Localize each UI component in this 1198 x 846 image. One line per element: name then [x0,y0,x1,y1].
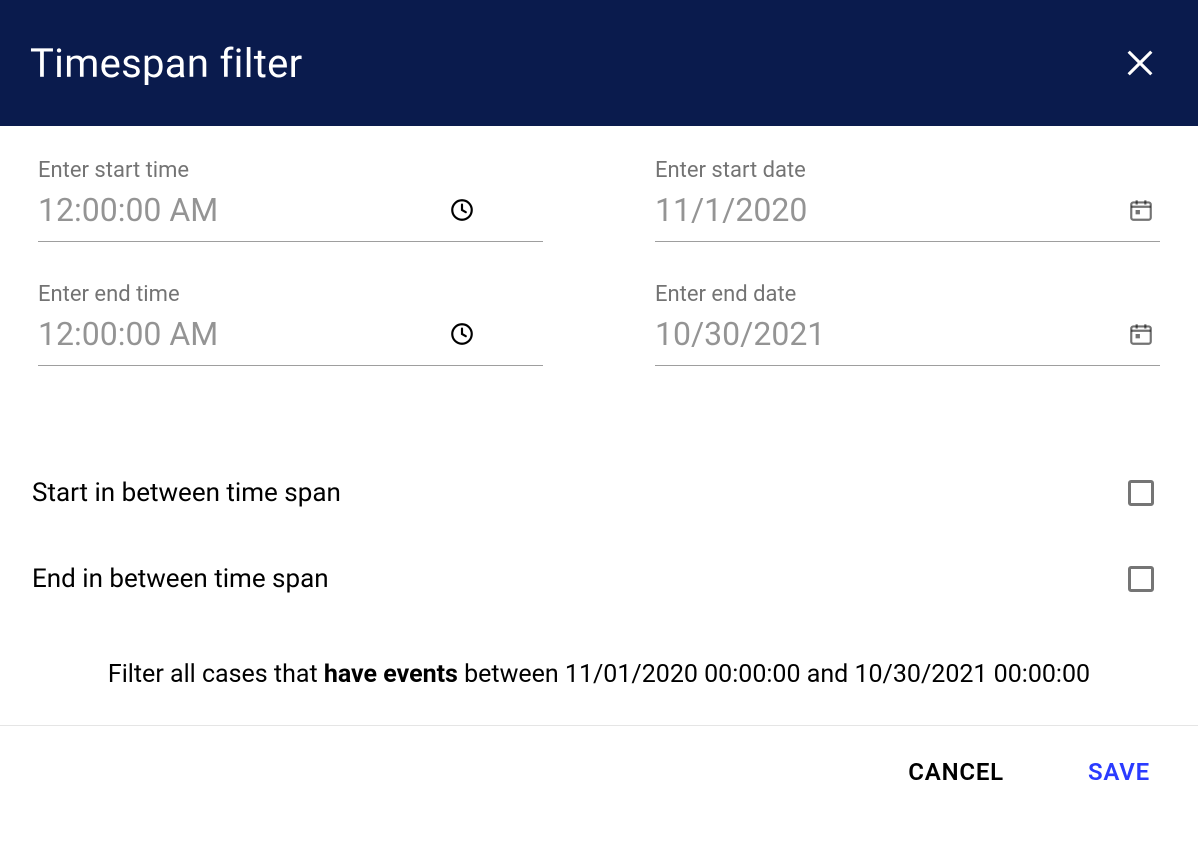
start-date-input[interactable] [655,191,1122,229]
close-icon [1123,46,1157,80]
timespan-filter-dialog: Timespan filter Enter start time [0,0,1198,818]
filter-summary: Filter all cases that have events betwee… [38,660,1160,725]
clock-icon [449,321,475,347]
summary-bold: have events [324,660,458,689]
start-time-field: Enter start time [38,158,543,242]
options-section: Start in between time span End in betwee… [38,450,1160,622]
end-time-label: Enter end time [38,282,543,307]
start-date-picker-button[interactable] [1122,197,1160,223]
end-date-picker-button[interactable] [1122,321,1160,347]
end-in-between-checkbox[interactable] [1128,566,1154,592]
dialog-title: Timespan filter [30,40,302,87]
end-time-field: Enter end time [38,282,543,366]
clock-icon [449,197,475,223]
end-time-picker-button[interactable] [443,321,481,347]
start-time-input[interactable] [38,191,443,229]
save-button[interactable]: SAVE [1082,754,1156,790]
start-in-between-row: Start in between time span [38,450,1160,536]
summary-prefix: Filter all cases that [108,660,324,689]
end-in-between-row: End in between time span [38,536,1160,622]
dialog-body: Enter start time Enter start date [0,126,1198,725]
start-in-between-checkbox[interactable] [1128,480,1154,506]
calendar-icon [1128,197,1154,223]
start-in-between-label: Start in between time span [32,478,341,508]
cancel-button[interactable]: CANCEL [902,754,1010,790]
start-date-label: Enter start date [655,158,1160,183]
close-button[interactable] [1116,39,1164,87]
dialog-footer: CANCEL SAVE [0,725,1198,818]
fields-grid: Enter start time Enter start date [38,158,1160,366]
start-time-label: Enter start time [38,158,543,183]
calendar-icon [1128,321,1154,347]
end-date-label: Enter end date [655,282,1160,307]
end-date-input[interactable] [655,315,1122,353]
end-date-field: Enter end date [655,282,1160,366]
end-time-input[interactable] [38,315,443,353]
dialog-header: Timespan filter [0,0,1198,126]
summary-suffix: between 11/01/2020 00:00:00 and 10/30/20… [458,660,1090,689]
start-time-picker-button[interactable] [443,197,481,223]
end-in-between-label: End in between time span [32,564,329,594]
start-date-field: Enter start date [655,158,1160,242]
